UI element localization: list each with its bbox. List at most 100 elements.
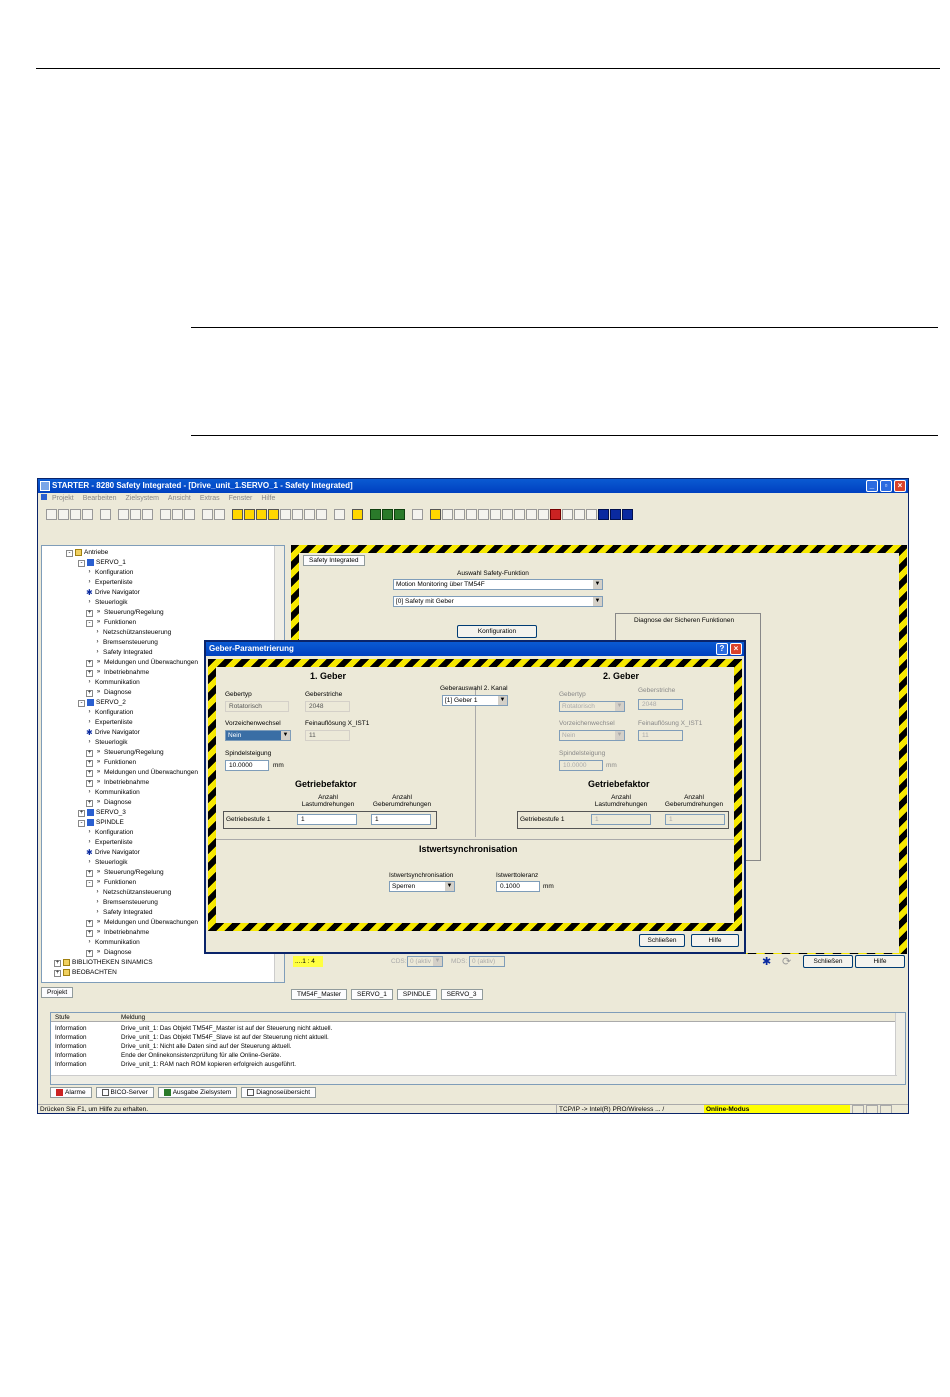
tree-item[interactable]: ✱ Drive Navigator: [86, 588, 140, 598]
ist-tol-input[interactable]: 0.1000: [496, 881, 540, 892]
tree-item[interactable]: › Steuerlogik: [86, 858, 128, 868]
tab-bico-server[interactable]: BICO-Server: [95, 1087, 154, 1098]
expand-toggle-icon[interactable]: +: [86, 920, 93, 927]
tab-projekt[interactable]: Projekt: [41, 987, 74, 998]
tree-item[interactable]: › Konfiguration: [86, 708, 134, 718]
expand-toggle-icon[interactable]: -: [78, 700, 85, 707]
tree-item[interactable]: -» Funktionen: [86, 878, 136, 888]
minimize-button[interactable]: _: [866, 480, 878, 492]
tree-item[interactable]: + SERVO_3: [78, 808, 126, 818]
tree-item[interactable]: +» Meldungen und Überwachungen: [86, 918, 198, 928]
expand-toggle-icon[interactable]: +: [86, 690, 93, 697]
tree-item[interactable]: + BEOBACHTEN: [54, 968, 117, 978]
log-scrollbar[interactable]: [895, 1013, 905, 1084]
expand-toggle-icon[interactable]: -: [86, 620, 93, 627]
menu-hilfe[interactable]: Hilfe: [261, 493, 275, 504]
connect-icon[interactable]: [232, 509, 243, 520]
tree-item[interactable]: +» Meldungen und Überwachungen: [86, 658, 198, 668]
upload-icon[interactable]: [256, 509, 267, 520]
g1-geber-input[interactable]: 1: [371, 814, 431, 825]
tool-n-icon[interactable]: [610, 509, 621, 520]
tab-alarme[interactable]: Alarme: [50, 1087, 92, 1098]
tool-l-icon[interactable]: [586, 509, 597, 520]
tool-h-icon[interactable]: [538, 509, 549, 520]
tool-a-icon[interactable]: [454, 509, 465, 520]
log-row-stufe[interactable]: Information: [55, 1060, 87, 1069]
print-icon[interactable]: [100, 509, 111, 520]
expand-icon[interactable]: [202, 509, 213, 520]
help-context-icon[interactable]: [184, 509, 195, 520]
expand-toggle-icon[interactable]: -: [78, 820, 85, 827]
log-hscrollbar[interactable]: [51, 1075, 897, 1084]
copy-icon[interactable]: [130, 509, 141, 520]
g2-last-input[interactable]: 1: [591, 814, 651, 825]
tool-d-icon[interactable]: [490, 509, 501, 520]
expand-toggle-icon[interactable]: -: [78, 560, 85, 567]
mds-select[interactable]: 0 (aktiv): [469, 956, 505, 967]
save-icon[interactable]: [70, 509, 81, 520]
log-row-stufe[interactable]: Information: [55, 1051, 87, 1060]
tree-item[interactable]: +» Meldungen und Überwachungen: [86, 768, 198, 778]
menu-bearbeiten[interactable]: Bearbeiten: [83, 493, 117, 504]
expand-toggle-icon[interactable]: +: [86, 930, 93, 937]
tree-item[interactable]: › Kommunikation: [86, 938, 140, 948]
tree-item[interactable]: +» Inbetriebnahme: [86, 928, 149, 938]
control-panel-icon[interactable]: [352, 509, 363, 520]
ram-rom-icon[interactable]: [268, 509, 279, 520]
menu-ansicht[interactable]: Ansicht: [168, 493, 191, 504]
cds-select[interactable]: 0 (aktiv ▼: [407, 956, 443, 967]
expand-toggle-icon[interactable]: +: [54, 970, 61, 977]
g2-geber-input[interactable]: 1: [665, 814, 725, 825]
tree-item[interactable]: › Konfiguration: [86, 828, 134, 838]
g1-last-input[interactable]: 1: [297, 814, 357, 825]
open-icon[interactable]: [58, 509, 69, 520]
expand-toggle-icon[interactable]: +: [86, 670, 93, 677]
expand-toggle-icon[interactable]: +: [86, 610, 93, 617]
tree-item[interactable]: +» Inbetriebnahme: [86, 668, 149, 678]
tab-diagnose[interactable]: Diagnoseübersicht: [241, 1087, 317, 1098]
tree-item[interactable]: +» Steuerung/Regelung: [86, 608, 164, 618]
tab-safety-integrated[interactable]: Safety Integrated: [303, 555, 365, 566]
tree-item[interactable]: › Kommunikation: [86, 678, 140, 688]
tree-item[interactable]: +» Funktionen: [86, 758, 136, 768]
save-compile-icon[interactable]: [82, 509, 93, 520]
tree-item[interactable]: ✱ Drive Navigator: [86, 848, 140, 858]
log-col-meldung[interactable]: Meldung: [121, 1013, 145, 1022]
tool-j-icon[interactable]: [562, 509, 573, 520]
expand-toggle-icon[interactable]: +: [86, 660, 93, 667]
konfiguration-button[interactable]: Konfiguration: [457, 625, 537, 638]
trace-icon[interactable]: [334, 509, 345, 520]
expand-toggle-icon[interactable]: -: [86, 880, 93, 887]
tree-item[interactable]: +» Diagnose: [86, 948, 131, 958]
g2-gebertyp-select[interactable]: Rotatorisch ▼: [559, 701, 625, 712]
download-icon[interactable]: [244, 509, 255, 520]
log-row-stufe[interactable]: Information: [55, 1024, 87, 1033]
tree-item[interactable]: -» Funktionen: [86, 618, 136, 628]
device-icon[interactable]: [304, 509, 315, 520]
expand-toggle-icon[interactable]: +: [86, 760, 93, 767]
tree-item[interactable]: › Safety Integrated: [94, 648, 153, 658]
safety-function-select[interactable]: Motion Monitoring über TM54F ▼: [393, 579, 603, 590]
tree-item[interactable]: › Steuerlogik: [86, 598, 128, 608]
tree-item[interactable]: - SPINDLE: [78, 818, 124, 828]
tree-item[interactable]: › Bremsensteuerung: [94, 898, 158, 908]
expand-toggle-icon[interactable]: +: [86, 770, 93, 777]
g2-vorzeichen-select[interactable]: Nein ▼: [559, 730, 625, 741]
tree-item[interactable]: › Expertenliste: [86, 578, 133, 588]
network-icon[interactable]: [316, 509, 327, 520]
tree-item[interactable]: › Netzschützansteuerung: [94, 888, 172, 898]
tree-item[interactable]: › Konfiguration: [86, 568, 134, 578]
chart-icon[interactable]: [394, 509, 405, 520]
expand-toggle-icon[interactable]: +: [86, 950, 93, 957]
tree-item[interactable]: › Expertenliste: [86, 718, 133, 728]
safety-mode-select[interactable]: [0] Safety mit Geber ▼: [393, 596, 603, 607]
tool-k-icon[interactable]: [574, 509, 585, 520]
table-icon[interactable]: [382, 509, 393, 520]
ist-sync-select[interactable]: Sperren ▼: [389, 881, 455, 892]
tree-item[interactable]: › Expertenliste: [86, 838, 133, 848]
menu-projekt[interactable]: Projekt: [52, 493, 74, 504]
log-row-meldung[interactable]: Drive_unit_1: Das Objekt TM54F_Master is…: [121, 1024, 332, 1033]
tool-e-icon[interactable]: [502, 509, 513, 520]
tree-item[interactable]: - Antriebe: [66, 548, 108, 558]
compare-icon[interactable]: [280, 509, 291, 520]
